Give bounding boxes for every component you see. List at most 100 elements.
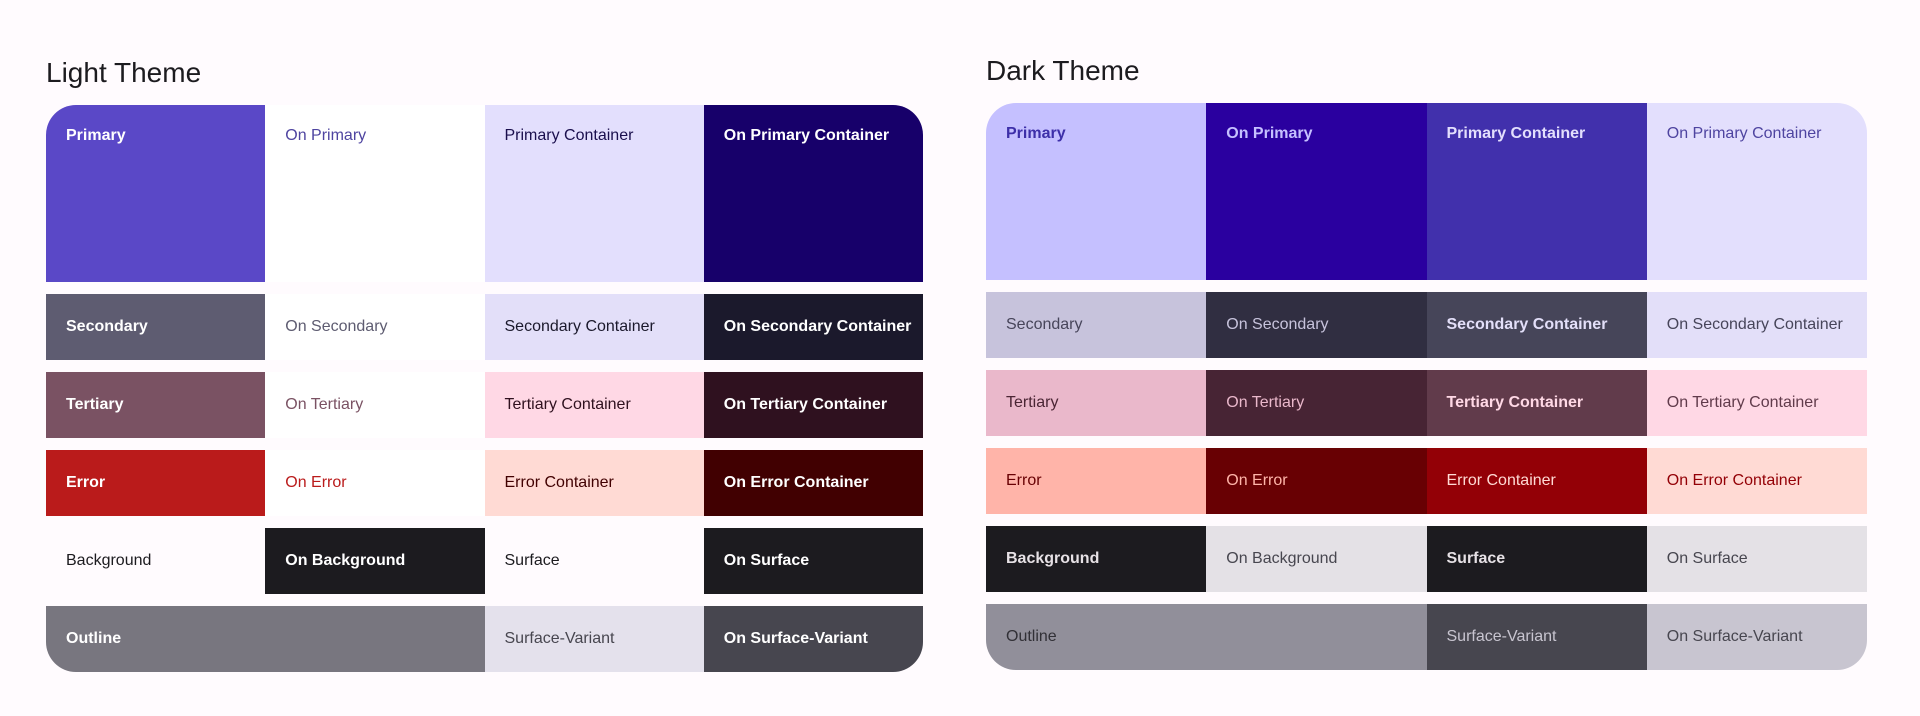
swatch-label: On Background bbox=[285, 552, 406, 569]
color-row: Error On Error Error Container On Error Con… bbox=[46, 450, 923, 516]
swatch-tertiary-container: Tertiary Container bbox=[1426, 370, 1647, 436]
swatch-tertiary: Tertiary bbox=[986, 370, 1207, 436]
swatch-label: On Secondary Container bbox=[723, 318, 912, 335]
swatch-label: On Secondary bbox=[1226, 316, 1329, 333]
swatch-primary-container: Primary Container bbox=[484, 105, 704, 282]
swatch-on-primary: On Primary bbox=[1206, 103, 1427, 280]
swatch-on-tertiary: On Tertiary bbox=[265, 372, 485, 438]
dark-theme-title: Dark Theme bbox=[986, 55, 1140, 86]
swatch-label: Outline bbox=[1006, 628, 1057, 645]
swatch-label: On Primary Container bbox=[1666, 125, 1822, 142]
swatch-label: On Primary Container bbox=[723, 127, 890, 144]
color-row: Primary On Primary Primary Container On Pri… bbox=[46, 105, 923, 282]
swatch-label: Primary Container bbox=[1446, 125, 1586, 142]
color-row: Primary On Primary Primary Container On Pri… bbox=[986, 103, 1867, 280]
swatch-label: On Surface bbox=[723, 552, 810, 569]
swatch-background: Background bbox=[986, 526, 1207, 592]
swatch-on-surface: On Surface bbox=[1646, 526, 1867, 592]
swatch-on-secondary-container: On Secondary Container bbox=[703, 294, 923, 360]
swatch-on-secondary-container: On Secondary Container bbox=[1646, 292, 1867, 358]
color-row: Secondary On Secondary Secondary Container… bbox=[46, 294, 923, 360]
swatch-on-background: On Background bbox=[1206, 526, 1427, 592]
swatch-on-secondary: On Secondary bbox=[265, 294, 485, 360]
swatch-on-error-container: On Error Container bbox=[703, 450, 923, 516]
swatch-on-surface-variant: On Surface-Variant bbox=[1646, 604, 1867, 670]
swatch-label: Background bbox=[66, 552, 152, 569]
swatch-error: Error bbox=[46, 450, 266, 516]
swatch-on-secondary: On Secondary bbox=[1206, 292, 1427, 358]
swatch-label: Secondary bbox=[66, 318, 148, 335]
swatch-label: Outline bbox=[66, 630, 122, 647]
swatch-error: Error bbox=[986, 448, 1207, 514]
swatch-label: Surface bbox=[504, 552, 560, 569]
swatch-label: On Error bbox=[285, 474, 347, 491]
color-row: Outline Surface-Variant On Surface-Variant bbox=[46, 606, 923, 672]
swatch-surface: Surface bbox=[484, 528, 704, 594]
swatch-on-error: On Error bbox=[265, 450, 485, 516]
swatch-tertiary: Tertiary bbox=[46, 372, 266, 438]
swatch-surface-variant: Surface-Variant bbox=[484, 606, 704, 672]
swatch-secondary-container: Secondary Container bbox=[484, 294, 704, 360]
swatch-label: Tertiary bbox=[1006, 394, 1059, 411]
light-theme-title: Light Theme bbox=[46, 57, 202, 88]
swatch-error-container: Error Container bbox=[484, 450, 704, 516]
color-row: Tertiary On Tertiary Tertiary Container On … bbox=[46, 372, 923, 438]
swatch-label: Error bbox=[66, 474, 106, 491]
color-row: Secondary On Secondary Secondary Container… bbox=[986, 292, 1867, 358]
swatch-on-primary-container: On Primary Container bbox=[1646, 103, 1867, 280]
swatch-label: Error bbox=[1006, 472, 1042, 489]
color-row: Background On Background Surface On Surface bbox=[46, 528, 923, 594]
swatch-label: On Tertiary Container bbox=[1666, 394, 1819, 411]
swatch-background: Background bbox=[46, 528, 266, 594]
color-row: Outline Surface-Variant On Surface-Variant bbox=[986, 604, 1867, 670]
swatch-primary: Primary bbox=[46, 105, 266, 282]
swatch-label: On Tertiary bbox=[285, 396, 364, 413]
swatch-label: Surface bbox=[1446, 550, 1506, 567]
swatch-label: On Error bbox=[1226, 472, 1288, 489]
swatch-label: On Surface bbox=[1666, 550, 1748, 567]
swatch-label: Tertiary Container bbox=[1446, 394, 1584, 411]
swatch-error-container: Error Container bbox=[1426, 448, 1647, 514]
swatch-on-error: On Error bbox=[1206, 448, 1427, 514]
swatch-outline: Outline bbox=[46, 606, 485, 672]
swatch-surface: Surface bbox=[1426, 526, 1647, 592]
swatch-on-surface-variant: On Surface-Variant bbox=[703, 606, 923, 672]
swatch-label: On Surface-Variant bbox=[1666, 628, 1803, 645]
color-row: Tertiary On Tertiary Tertiary Container On … bbox=[986, 370, 1867, 436]
swatch-label: On Primary bbox=[285, 127, 367, 144]
swatch-label: Secondary bbox=[1006, 316, 1083, 333]
swatch-label: Error Container bbox=[1446, 472, 1556, 489]
swatch-on-tertiary: On Tertiary bbox=[1206, 370, 1427, 436]
swatch-secondary: Secondary bbox=[986, 292, 1207, 358]
swatch-on-surface: On Surface bbox=[703, 528, 923, 594]
swatch-label: Surface-Variant bbox=[504, 630, 615, 647]
swatch-label: On Error Container bbox=[723, 474, 869, 491]
swatch-primary: Primary bbox=[986, 103, 1207, 280]
swatch-label: On Secondary bbox=[285, 318, 388, 335]
swatch-label: Tertiary bbox=[66, 396, 124, 413]
swatch-secondary: Secondary bbox=[46, 294, 266, 360]
swatch-on-tertiary-container: On Tertiary Container bbox=[1646, 370, 1867, 436]
swatch-label: Primary bbox=[1006, 125, 1066, 142]
color-row: Background On Background Surface On Surface bbox=[986, 526, 1867, 592]
swatch-label: Error Container bbox=[504, 474, 614, 491]
swatch-on-tertiary-container: On Tertiary Container bbox=[703, 372, 923, 438]
swatch-label: On Secondary Container bbox=[1666, 316, 1843, 333]
swatch-surface-variant: Surface-Variant bbox=[1426, 604, 1647, 670]
swatch-label: Background bbox=[1006, 550, 1100, 567]
swatch-primary-container: Primary Container bbox=[1426, 103, 1647, 280]
swatch-label: On Primary bbox=[1226, 125, 1313, 142]
swatch-tertiary-container: Tertiary Container bbox=[484, 372, 704, 438]
swatch-secondary-container: Secondary Container bbox=[1426, 292, 1647, 358]
swatch-outline: Outline bbox=[986, 604, 1427, 670]
swatch-label: On Tertiary bbox=[1226, 394, 1305, 411]
swatch-label: Tertiary Container bbox=[504, 396, 631, 413]
swatch-on-primary-container: On Primary Container bbox=[703, 105, 923, 282]
swatch-label: On Error Container bbox=[1666, 472, 1802, 489]
swatch-on-error-container: On Error Container bbox=[1646, 448, 1867, 514]
swatch-label: On Tertiary Container bbox=[723, 396, 888, 413]
swatch-label: Primary bbox=[66, 127, 126, 144]
swatch-on-background: On Background bbox=[265, 528, 485, 594]
swatch-label: Primary Container bbox=[504, 127, 634, 144]
swatch-label: Surface-Variant bbox=[1446, 628, 1557, 645]
